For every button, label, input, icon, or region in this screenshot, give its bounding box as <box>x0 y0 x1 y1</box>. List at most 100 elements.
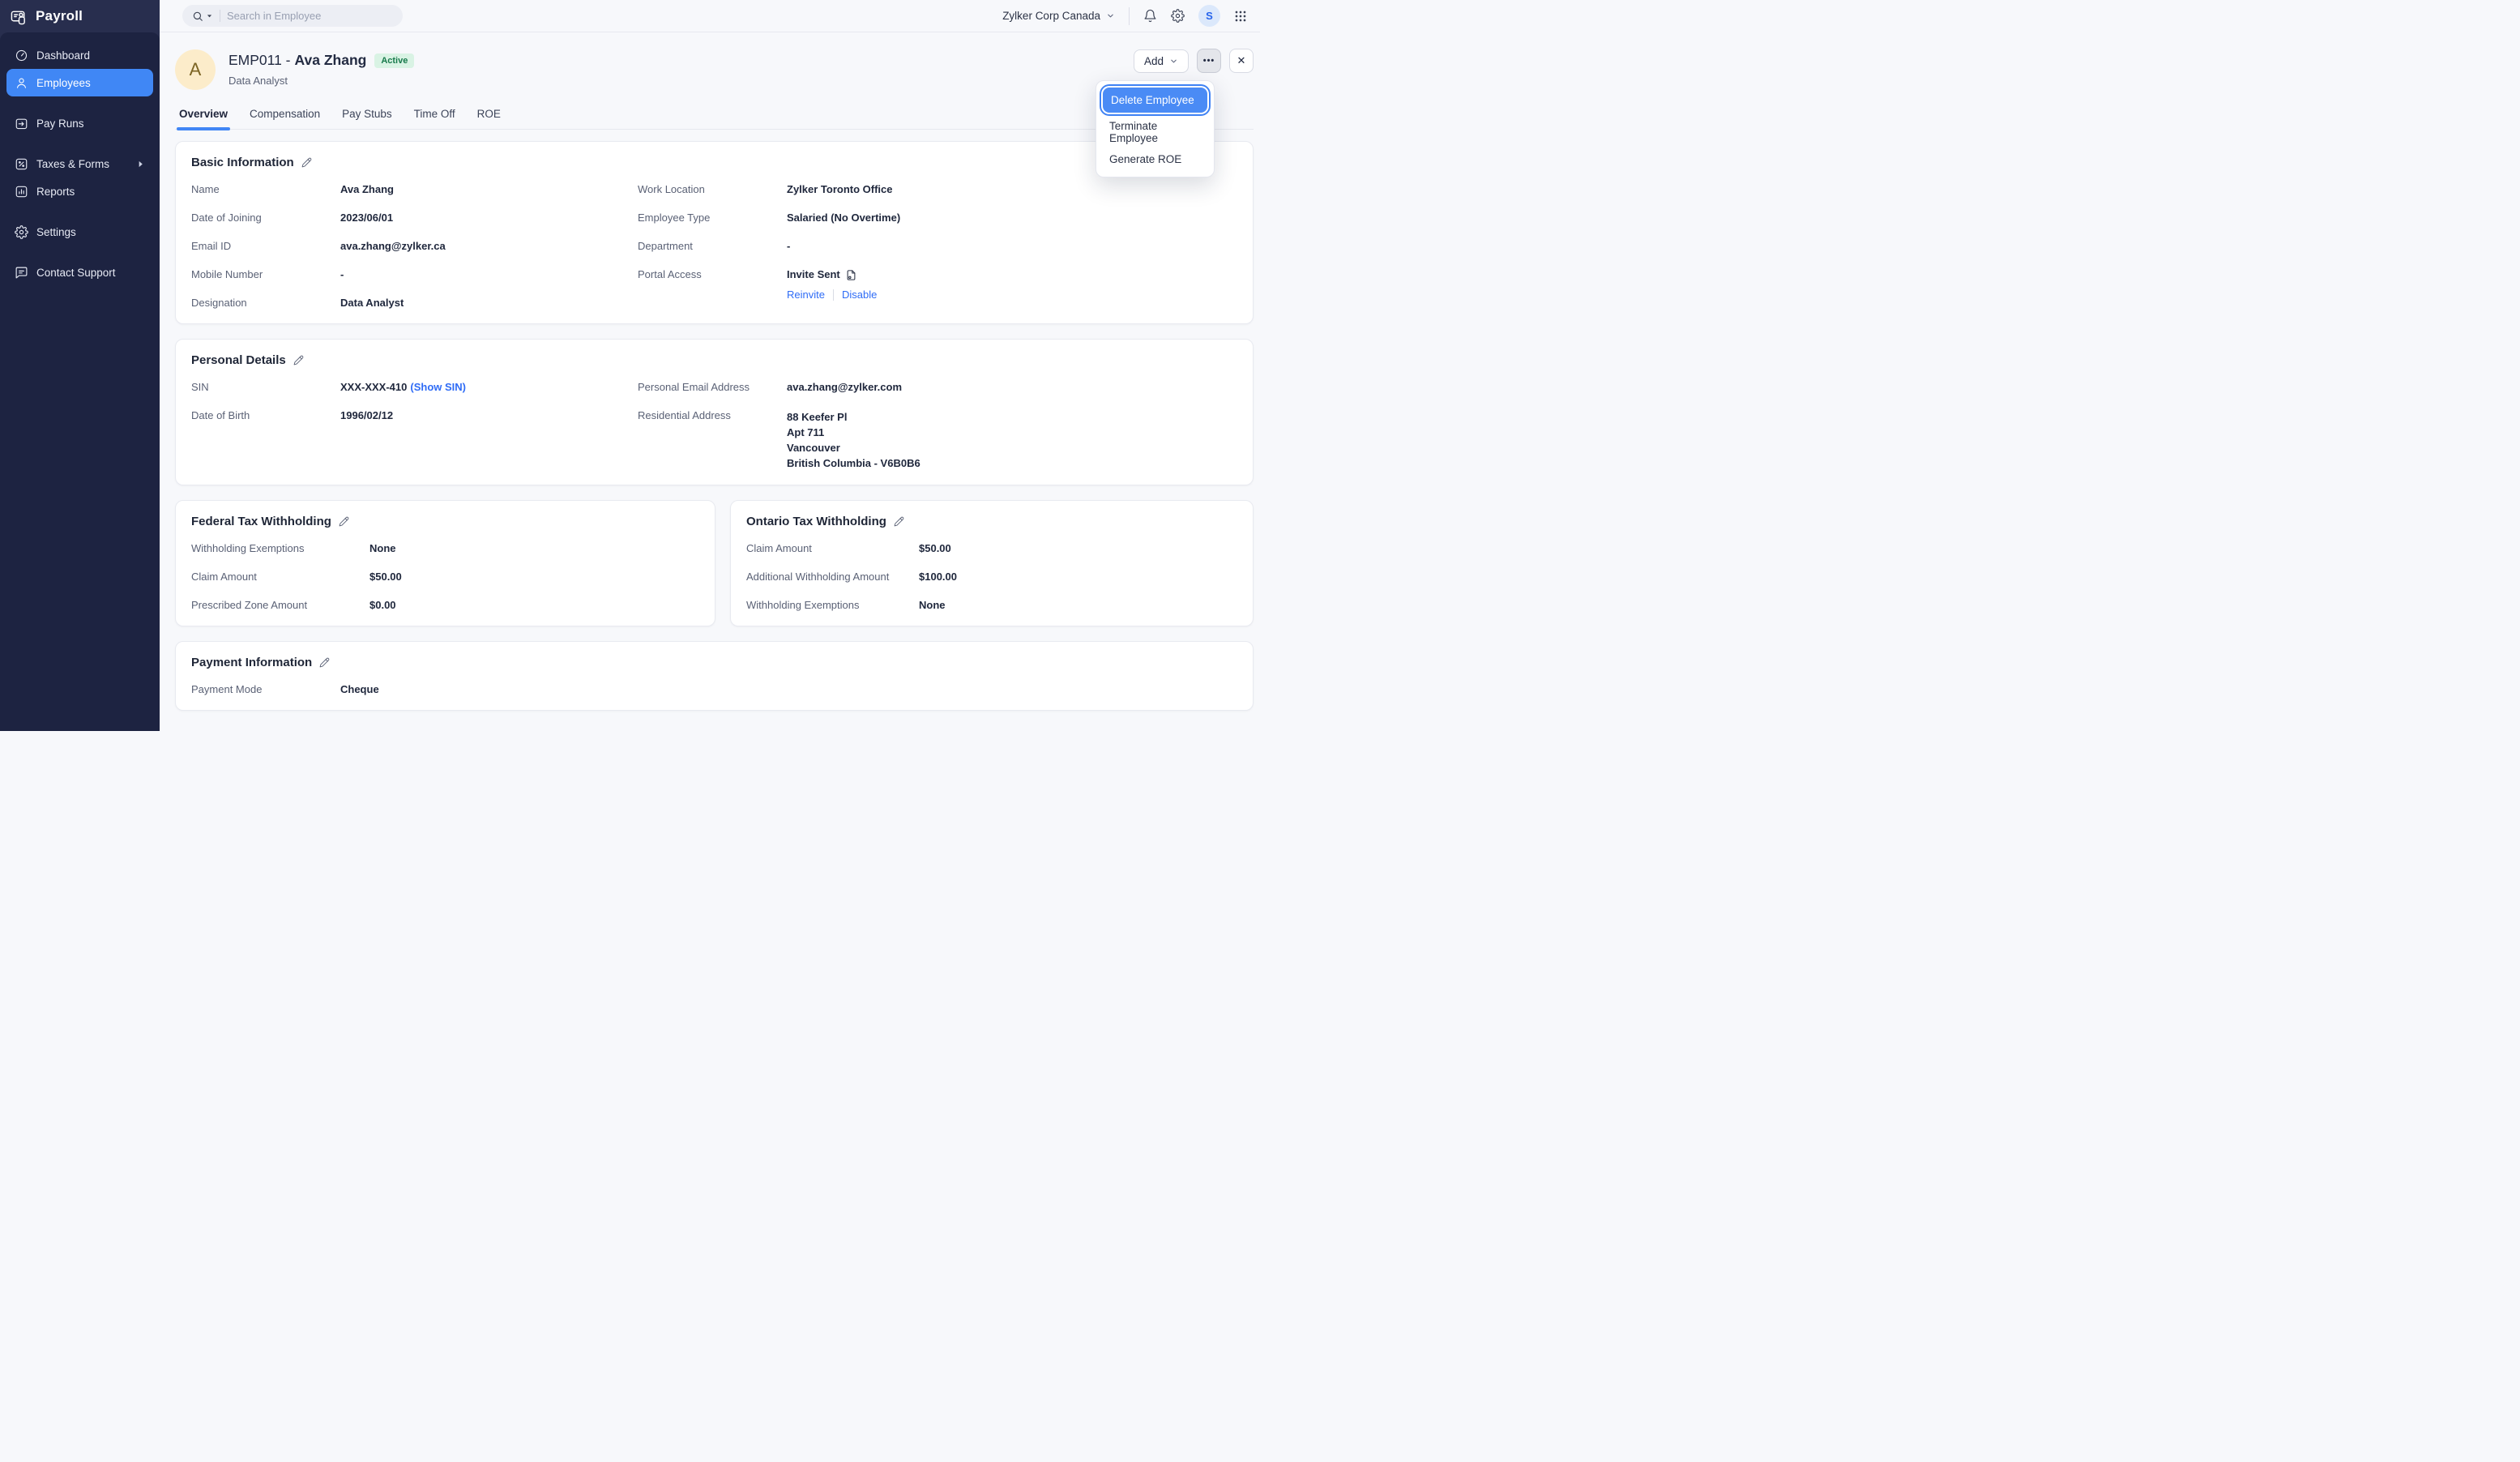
pay-runs-icon <box>15 117 28 130</box>
address-line: 88 Keefer Pl <box>787 409 1237 425</box>
gear-icon[interactable] <box>1171 9 1185 23</box>
sidebar: Payroll Dashboard Employees <box>0 0 160 731</box>
context-menu: Delete Employee Terminate Employee Gener… <box>1096 80 1215 177</box>
sidebar-item-contact-support[interactable]: Contact Support <box>6 259 153 286</box>
org-selector[interactable]: Zylker Corp Canada <box>1002 10 1115 22</box>
close-button[interactable]: ✕ <box>1229 49 1254 73</box>
edit-pencil-icon[interactable] <box>319 657 330 668</box>
address-line: Vancouver <box>787 440 1237 455</box>
tab-compensation[interactable]: Compensation <box>250 108 320 129</box>
sidebar-item-dashboard[interactable]: Dashboard <box>6 41 153 69</box>
section-title: Payment Information <box>191 656 312 669</box>
tab-overview[interactable]: Overview <box>179 108 228 129</box>
field-row: Personal Email Address ava.zhang@zylker.… <box>638 381 1237 394</box>
sidebar-item-label: Taxes & Forms <box>36 158 109 170</box>
app-root: Payroll Dashboard Employees <box>0 0 1260 731</box>
field-row-portal-access: Portal Access Invite Sent <box>638 268 1237 301</box>
org-name: Zylker Corp Canada <box>1002 10 1100 22</box>
disable-link[interactable]: Disable <box>842 289 877 301</box>
sidebar-item-label: Pay Runs <box>36 118 84 130</box>
dashboard-icon <box>15 49 28 62</box>
field-value: None <box>919 599 1237 612</box>
taxes-forms-icon <box>15 157 28 171</box>
caret-down-icon[interactable] <box>206 12 213 19</box>
field-row: Withholding Exemptions None <box>191 542 699 555</box>
tab-time-off[interactable]: Time Off <box>414 108 455 129</box>
field-value: ava.zhang@zylker.com <box>787 381 1237 394</box>
field-row: Payment Mode Cheque <box>191 683 1237 696</box>
search-bar[interactable] <box>182 5 403 27</box>
topbar-right: Zylker Corp Canada S <box>1002 5 1247 27</box>
show-sin-link[interactable]: (Show SIN) <box>410 381 466 393</box>
employee-avatar: A <box>175 49 216 90</box>
more-actions-button[interactable]: ••• <box>1197 49 1221 73</box>
field-row-sin: SIN XXX-XXX-410(Show SIN) <box>191 381 638 394</box>
menu-item-delete-employee[interactable]: Delete Employee <box>1103 88 1207 113</box>
nav-group-gap <box>0 96 160 109</box>
edit-pencil-icon[interactable] <box>894 516 904 527</box>
employee-designation: Data Analyst <box>229 75 414 87</box>
edit-pencil-icon[interactable] <box>339 516 349 527</box>
header-actions: Add ••• ✕ <box>1134 49 1254 73</box>
sidebar-item-reports[interactable]: Reports <box>6 177 153 205</box>
user-avatar[interactable]: S <box>1198 5 1220 27</box>
sidebar-item-taxes-forms[interactable]: Taxes & Forms <box>6 150 153 177</box>
field-label: Additional Withholding Amount <box>746 571 919 584</box>
field-label: Employee Type <box>638 212 787 224</box>
tab-pay-stubs[interactable]: Pay Stubs <box>342 108 392 129</box>
bell-icon[interactable] <box>1143 9 1157 23</box>
sidebar-item-settings[interactable]: Settings <box>6 218 153 246</box>
apps-grid-icon[interactable] <box>1234 10 1247 23</box>
field-value: - <box>787 240 1237 253</box>
sidebar-nav: Dashboard Employees Pay Runs <box>0 32 160 731</box>
chevron-right-icon <box>136 160 145 169</box>
add-button[interactable]: Add <box>1134 49 1189 73</box>
personal-details-card: Personal Details SIN XXX-XXX-410(Show SI… <box>175 339 1254 485</box>
sidebar-item-pay-runs[interactable]: Pay Runs <box>6 109 153 137</box>
sidebar-item-label: Settings <box>36 226 76 238</box>
tab-roe[interactable]: ROE <box>477 108 501 129</box>
edit-pencil-icon[interactable] <box>293 355 304 366</box>
field-label: Prescribed Zone Amount <box>191 599 369 612</box>
field-value: Data Analyst <box>340 297 638 310</box>
field-row: Date of Joining 2023/06/01 <box>191 212 638 224</box>
ellipsis-icon: ••• <box>1203 56 1215 66</box>
field-value: 1996/02/12 <box>340 409 638 422</box>
field-label: Payment Mode <box>191 683 340 696</box>
tax-cards-row: Federal Tax Withholding Withholding Exem… <box>175 485 1254 626</box>
field-label: Claim Amount <box>191 571 369 584</box>
field-row: Mobile Number - <box>191 268 638 281</box>
section-title: Personal Details <box>191 353 286 367</box>
field-value: ava.zhang@zylker.ca <box>340 240 638 253</box>
employee-name: Ava Zhang <box>295 52 367 68</box>
menu-item-terminate-employee[interactable]: Terminate Employee <box>1101 119 1209 144</box>
section-title: Basic Information <box>191 156 294 169</box>
employee-header: A EMP011 -Ava Zhang Active Data Analyst … <box>175 49 1254 90</box>
field-row: Date of Birth 1996/02/12 <box>191 409 638 422</box>
field-row: Department - <box>638 240 1237 253</box>
federal-tax-card: Federal Tax Withholding Withholding Exem… <box>175 500 715 626</box>
nav-group-gap <box>0 205 160 218</box>
payroll-logo-icon <box>11 8 28 25</box>
field-label: Date of Birth <box>191 409 340 422</box>
invite-sent-document-icon[interactable] <box>845 269 857 281</box>
menu-item-generate-roe[interactable]: Generate ROE <box>1101 147 1209 172</box>
tab-bar: Overview Compensation Pay Stubs Time Off… <box>175 108 1254 130</box>
field-label: SIN <box>191 381 340 394</box>
reinvite-link[interactable]: Reinvite <box>787 289 825 301</box>
search-input[interactable] <box>227 10 393 22</box>
payment-information-card: Payment Information Payment Mode Cheque <box>175 641 1254 711</box>
field-value: 2023/06/01 <box>340 212 638 224</box>
field-label: Portal Access <box>638 268 787 281</box>
field-row: Work Location Zylker Toronto Office <box>638 183 1237 196</box>
nav-group-gap <box>0 246 160 259</box>
app-logo[interactable]: Payroll <box>0 0 160 32</box>
field-row: Employee Type Salaried (No Overtime) <box>638 212 1237 224</box>
sidebar-item-employees[interactable]: Employees <box>6 69 153 96</box>
settings-icon <box>15 225 28 239</box>
edit-pencil-icon[interactable] <box>301 157 312 168</box>
reports-icon <box>15 185 28 199</box>
field-value: - <box>340 268 638 281</box>
field-row: Additional Withholding Amount $100.00 <box>746 571 1237 584</box>
field-label: Claim Amount <box>746 542 919 555</box>
